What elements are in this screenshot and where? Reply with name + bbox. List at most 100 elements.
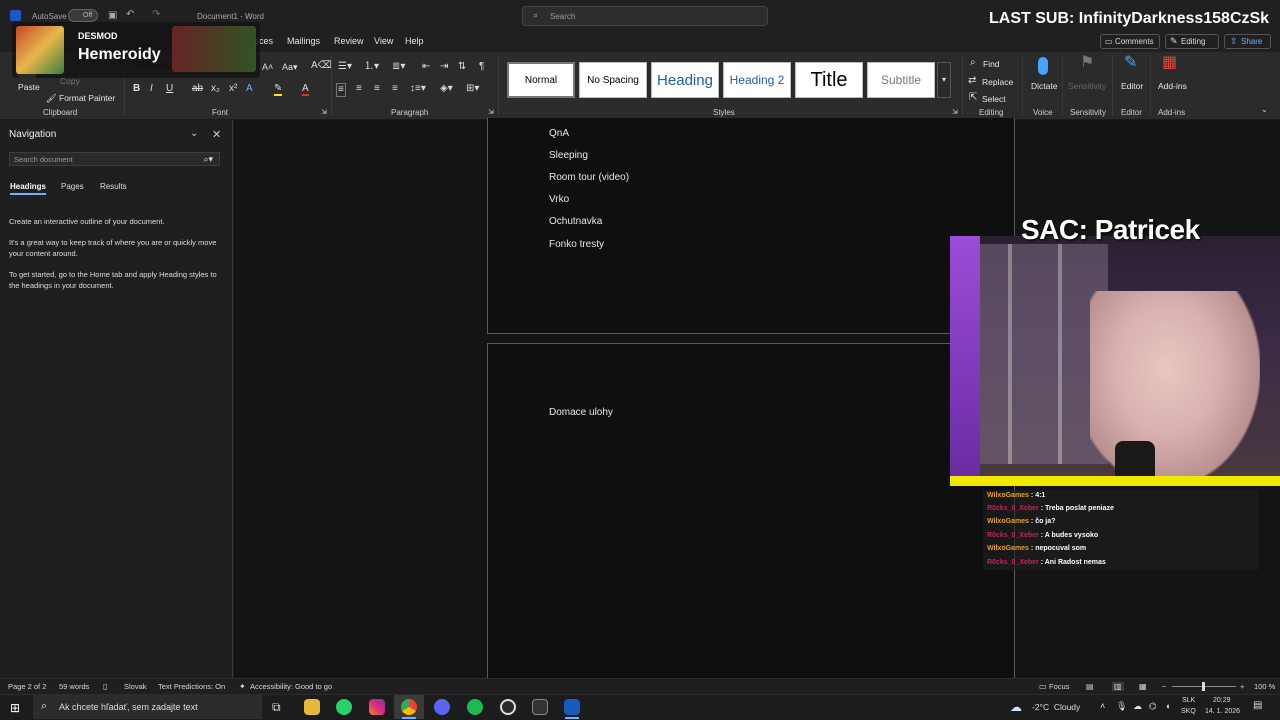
zoom-slider-thumb[interactable] <box>1202 682 1205 691</box>
volume-icon[interactable]: ◖ <box>1165 701 1170 711</box>
tab-review[interactable]: Review <box>334 36 364 46</box>
clear-format-icon[interactable]: A⌫ <box>311 61 332 71</box>
grow-font-icon[interactable]: A˄ <box>262 62 273 72</box>
font-color-icon[interactable]: A <box>302 84 309 96</box>
tab-view[interactable]: View <box>374 36 393 46</box>
paragraph-dialog-launcher-icon[interactable]: ⇲ <box>488 108 494 118</box>
web-layout-icon[interactable]: ▦ <box>1139 682 1147 691</box>
title-search-box[interactable]: ⌕ Search <box>522 6 768 26</box>
format-painter-button[interactable]: Format Painter <box>59 93 115 103</box>
select-button[interactable]: Select <box>982 94 1006 104</box>
addins-button[interactable]: Add-ins <box>1158 81 1187 91</box>
decrease-indent-icon[interactable]: ⇤ <box>422 62 430 72</box>
styles-gallery-more-button[interactable]: ▾ <box>937 62 951 98</box>
language-indicator[interactable]: Slovak <box>124 682 147 691</box>
find-button[interactable]: Find <box>983 59 1000 69</box>
format-painter-icon[interactable]: 🖌 <box>46 93 57 104</box>
proofing-icon[interactable]: ▯ <box>103 682 107 691</box>
addins-icon[interactable]: ▦ <box>1162 55 1177 71</box>
align-center-icon[interactable]: ≡ <box>356 84 362 94</box>
replace-icon[interactable]: ⇄ <box>968 76 976 86</box>
bullets-icon[interactable]: ☰▾ <box>338 62 352 72</box>
notifications-icon[interactable]: ▤ <box>1253 700 1262 711</box>
windows-start-icon[interactable]: ⊞ <box>10 701 20 715</box>
style-no-spacing[interactable]: No Spacing <box>579 62 647 98</box>
superscript-icon[interactable]: x² <box>229 84 237 94</box>
zoom-in-icon[interactable]: + <box>1240 682 1244 691</box>
word-count[interactable]: 59 words <box>59 682 89 691</box>
hidden-icons-icon[interactable]: ˄ <box>1100 701 1105 711</box>
onedrive-icon[interactable]: ☁ <box>1133 701 1142 712</box>
epic-games-icon[interactable] <box>532 699 548 715</box>
close-icon[interactable]: ✕ <box>212 128 221 141</box>
editor-icon[interactable]: ✎ <box>1124 55 1137 71</box>
tab-mailings[interactable]: Mailings <box>287 36 320 46</box>
style-normal[interactable]: Normal <box>507 62 575 98</box>
clock-date[interactable]: 14. 1. 2026 <box>1205 708 1240 715</box>
page-count[interactable]: Page 2 of 2 <box>8 682 46 691</box>
highlight-icon[interactable]: ✎ <box>274 84 283 96</box>
italic-icon[interactable]: I <box>150 84 153 94</box>
style-subtitle[interactable]: Subtitle <box>867 62 935 98</box>
network-icon[interactable]: ⌬ <box>1149 701 1157 712</box>
focus-icon[interactable]: ▭ <box>1039 682 1047 691</box>
numbering-icon[interactable]: ⒈▾ <box>364 62 379 72</box>
line-spacing-icon[interactable]: ↕≡▾ <box>410 84 426 94</box>
weather-text[interactable]: -2°C Cloudy <box>1032 702 1080 712</box>
language-top[interactable]: SLK <box>1182 697 1195 704</box>
task-view-icon[interactable]: ⧉ <box>272 700 281 715</box>
undo-icon[interactable]: ↶ <box>126 9 134 20</box>
print-layout-icon[interactable]: ▥ <box>1112 682 1124 691</box>
replace-button[interactable]: Replace <box>982 77 1013 87</box>
share-button[interactable]: ⇪ Share <box>1224 34 1271 49</box>
recording-app-icon[interactable] <box>500 699 516 715</box>
document-line[interactable]: Fonko tresty <box>549 239 604 250</box>
styles-dialog-launcher-icon[interactable]: ⇲ <box>952 108 958 118</box>
zoom-level[interactable]: 100 % <box>1254 682 1275 691</box>
align-right-icon[interactable]: ≡ <box>374 84 380 94</box>
select-icon[interactable]: ⇱ <box>969 93 977 103</box>
dictate-button[interactable]: Dictate <box>1031 81 1057 91</box>
nav-tab-headings[interactable]: Headings <box>10 182 47 195</box>
chrome-icon[interactable] <box>401 699 417 715</box>
navigation-search-input[interactable]: Search document ⌕▾ <box>9 152 220 166</box>
text-effects-icon[interactable]: A <box>246 84 253 94</box>
sensitivity-button[interactable]: Sensitivity <box>1068 81 1106 91</box>
comments-button[interactable]: ▭ Comments <box>1100 34 1160 49</box>
tab-help[interactable]: Help <box>405 36 424 46</box>
shading-icon[interactable]: ◈▾ <box>440 84 453 94</box>
underline-icon[interactable]: U <box>166 84 173 94</box>
cloudy-icon[interactable]: ☁ <box>1010 700 1022 714</box>
nav-tab-pages[interactable]: Pages <box>61 182 84 191</box>
multilevel-list-icon[interactable]: ≣▾ <box>392 62 405 72</box>
redo-icon[interactable]: ↷ <box>152 9 160 20</box>
accessibility-icon[interactable]: ✦ <box>239 682 246 691</box>
document-page-2[interactable] <box>487 343 1015 679</box>
paste-button[interactable]: Paste <box>18 82 40 92</box>
autosave-toggle[interactable]: Off <box>68 9 98 22</box>
document-line[interactable]: Room tour (video) <box>549 172 629 183</box>
bold-icon[interactable]: B <box>133 84 140 94</box>
style-heading-2[interactable]: Heading 2 <box>723 62 791 98</box>
search-icon[interactable]: ⌕▾ <box>203 154 213 165</box>
zoom-out-icon[interactable]: − <box>1162 682 1166 691</box>
taskbar-search-box[interactable]: ⌕ Ak chcete hľadať, sem zadajte text <box>33 695 262 719</box>
borders-icon[interactable]: ⊞▾ <box>466 84 479 94</box>
find-icon[interactable]: ⌕ <box>970 58 976 68</box>
clock-time[interactable]: 20:29 <box>1213 697 1231 704</box>
change-case-icon[interactable]: Aa▾ <box>282 62 298 72</box>
text-predictions[interactable]: Text Predictions: On <box>158 682 225 691</box>
word-taskbar-icon[interactable] <box>564 699 580 715</box>
focus-button[interactable]: Focus <box>1049 682 1069 691</box>
style-title[interactable]: Title <box>795 62 863 98</box>
editor-button[interactable]: Editor <box>1121 81 1143 91</box>
document-line[interactable]: Domace ulohy <box>549 407 613 418</box>
language-bottom[interactable]: SKQ <box>1181 708 1196 715</box>
editing-mode-button[interactable]: ✎ Editing <box>1165 34 1219 49</box>
document-line[interactable]: Vrko <box>549 194 569 205</box>
sort-icon[interactable]: ⇅ <box>458 62 466 72</box>
strikethrough-icon[interactable]: ab <box>192 84 203 94</box>
save-icon[interactable]: ▣ <box>108 10 117 21</box>
collapse-ribbon-icon[interactable]: ⌄ <box>1261 105 1268 115</box>
file-explorer-icon[interactable] <box>304 699 320 715</box>
